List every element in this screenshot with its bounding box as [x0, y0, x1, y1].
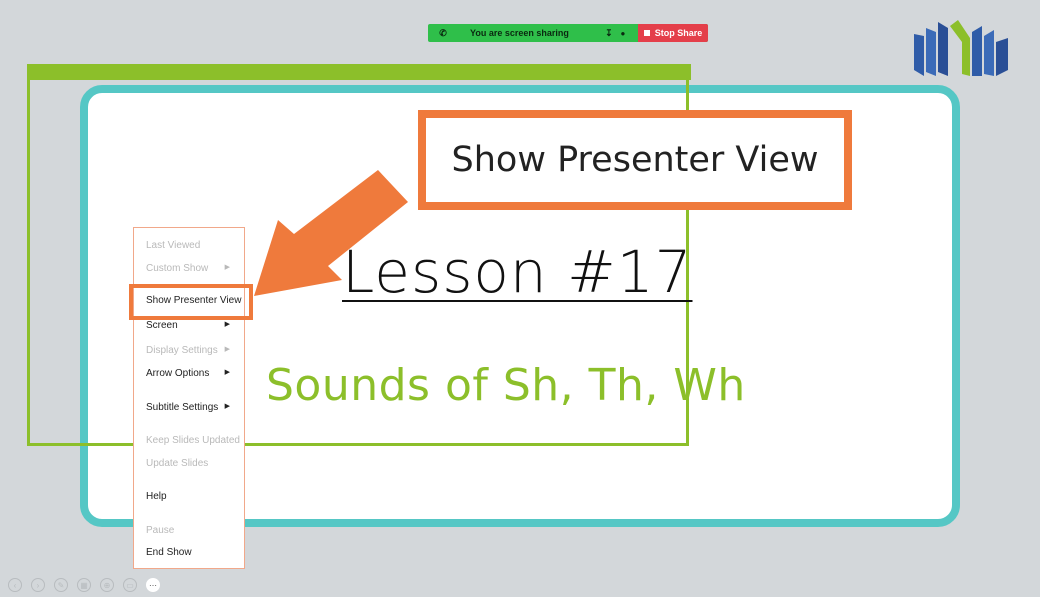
menu-item-screen[interactable]: Screen ▶ — [146, 320, 238, 331]
stop-icon — [643, 30, 650, 36]
menu-item-display-settings[interactable]: Display Settings ▶ — [146, 345, 238, 356]
menu-item-custom-show[interactable]: Custom Show ▶ — [146, 263, 238, 274]
grid-icon[interactable]: ▦ — [77, 578, 91, 592]
menu-item-pause[interactable]: Pause — [146, 525, 174, 536]
menu-item-end-show[interactable]: End Show — [146, 547, 192, 558]
menu-item-subtitle-settings[interactable]: Subtitle Settings ▶ — [146, 402, 238, 413]
screen-share-bar: ✆ You are screen sharing ↧ ● Stop Share — [428, 24, 708, 42]
menu-item-update-slides[interactable]: Update Slides — [146, 458, 208, 469]
submenu-arrow-icon: ▶ — [224, 346, 230, 353]
callout-arrow-icon — [254, 170, 408, 296]
next-icon[interactable]: › — [31, 578, 45, 592]
menu-item-arrow-options[interactable]: Arrow Options ▶ — [146, 368, 238, 379]
submenu-arrow-icon: ▶ — [224, 369, 230, 376]
submenu-arrow-icon: ▶ — [224, 321, 230, 328]
menu-item-last-viewed[interactable]: Last Viewed — [146, 240, 200, 251]
submenu-arrow-icon: ▶ — [224, 264, 230, 271]
pen-icon[interactable]: ✎ — [54, 578, 68, 592]
callout-box: Show Presenter View — [418, 110, 852, 210]
slide-subtitle: Sounds of Sh, Th, Wh — [266, 360, 746, 411]
previous-icon[interactable]: ‹ — [8, 578, 22, 592]
menu-item-help[interactable]: Help — [146, 491, 167, 502]
stop-share-button[interactable]: Stop Share — [638, 24, 708, 42]
slideshow-context-menu: Last Viewed Custom Show ▶ Show Presenter … — [133, 227, 245, 569]
menu-item-keep-slides-updated[interactable]: Keep Slides Updated — [146, 435, 240, 446]
slideshow-toolbar: ‹ › ✎ ▦ ⊕ ▭ ⋯ — [8, 578, 160, 592]
more-options-icon[interactable]: ⋯ — [146, 578, 160, 592]
screen-sharing-message: You are screen sharing — [470, 28, 569, 38]
subtitles-icon[interactable]: ▭ — [123, 578, 137, 592]
submenu-arrow-icon: ▶ — [224, 403, 230, 410]
callout-text: Show Presenter View — [451, 140, 819, 180]
books-logo — [914, 20, 1008, 76]
phone-icon: ✆ — [439, 27, 447, 38]
stop-share-label: Stop Share — [654, 28, 703, 38]
zoom-icon[interactable]: ⊕ — [100, 578, 114, 592]
shield-icon[interactable]: ● — [619, 29, 627, 38]
pin-icon[interactable]: ↧ — [605, 28, 613, 39]
menu-highlight-box — [129, 284, 253, 320]
